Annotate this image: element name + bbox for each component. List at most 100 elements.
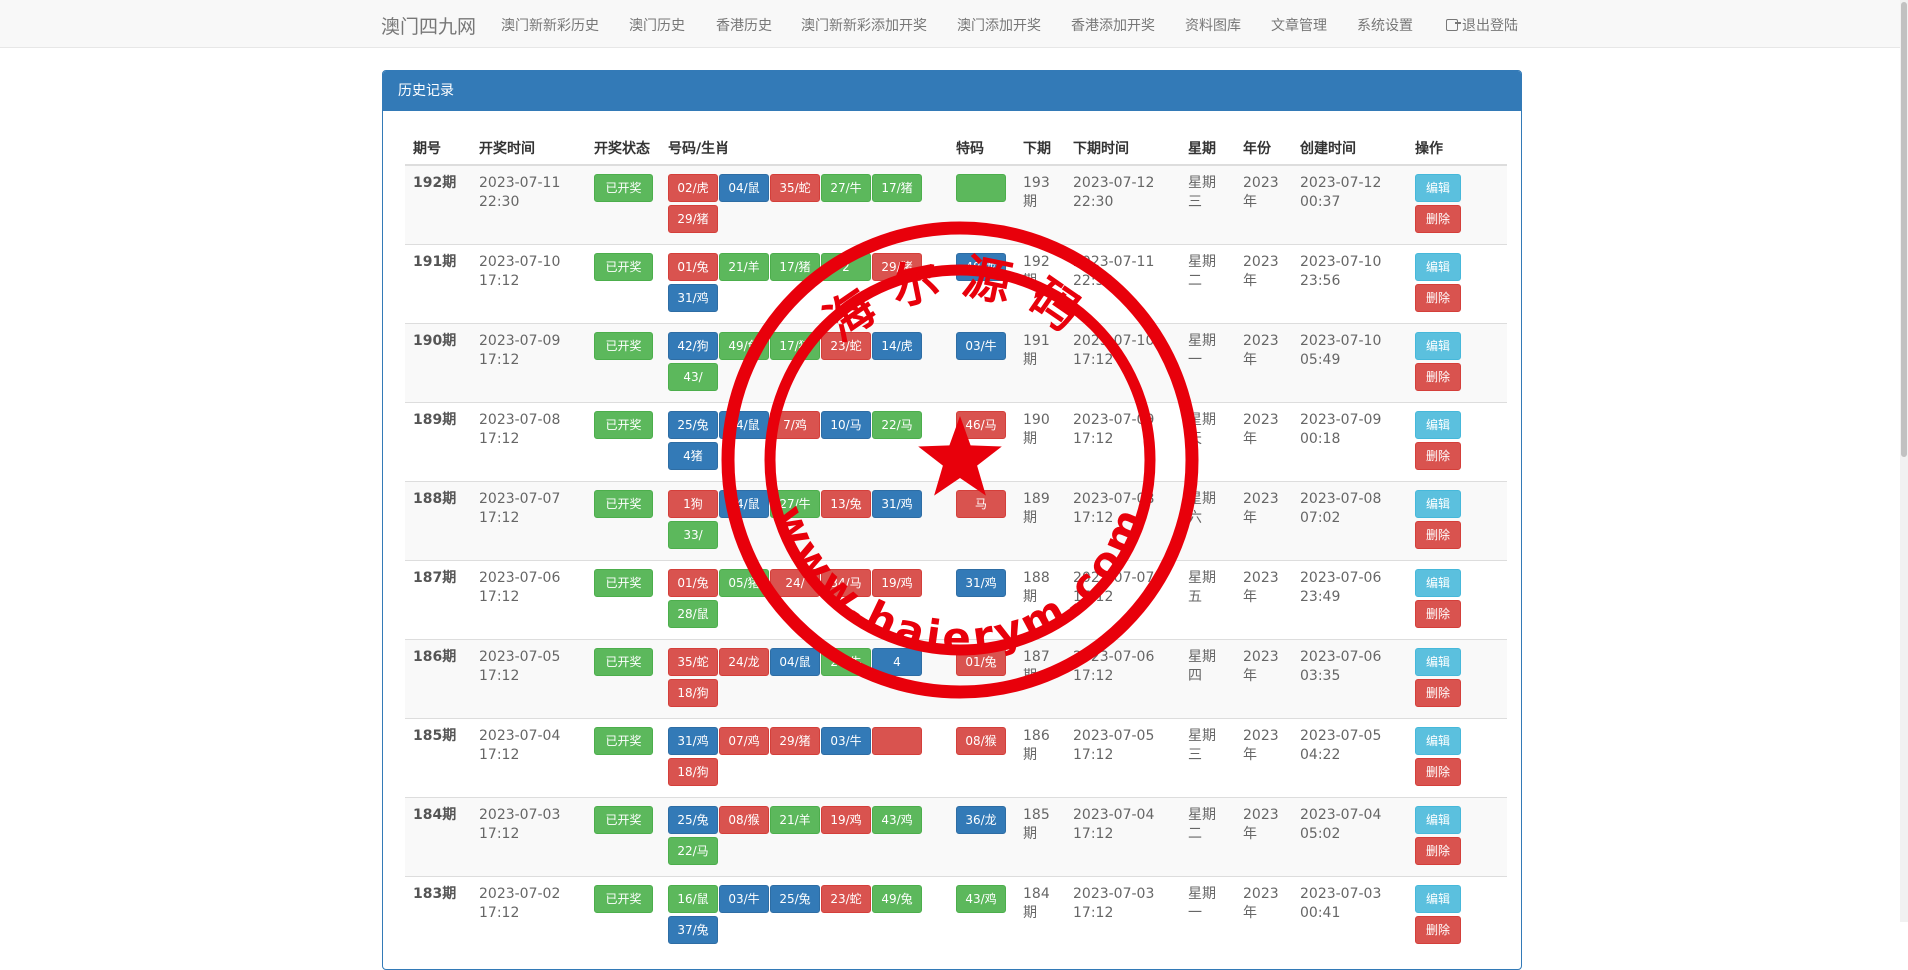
number-ball: 25/兔 bbox=[668, 806, 718, 834]
scrollbar-thumb[interactable] bbox=[1901, 2, 1907, 457]
cell-actions: 编辑 删除 bbox=[1407, 797, 1507, 877]
nav-macau-history[interactable]: 澳门历史 bbox=[629, 15, 685, 35]
cell-year: 2023年 bbox=[1235, 797, 1292, 877]
table-row: 190期 2023-07-09 17:12 已开奖 42/狗 49/兔 17/猪 23/蛇 1… bbox=[405, 323, 1507, 403]
page-scrollbar[interactable] bbox=[1900, 0, 1908, 922]
cell-numbers: 25/兔 08/猴 21/羊 19/鸡 43/鸡 22/马 bbox=[660, 797, 948, 877]
number-ball: 35/蛇 bbox=[668, 648, 718, 676]
cell-weekday: 星期二 bbox=[1180, 244, 1235, 324]
delete-button[interactable]: 删除 bbox=[1415, 600, 1461, 628]
cell-actions: 编辑 删除 bbox=[1407, 876, 1507, 955]
special-ball: 01/兔 bbox=[956, 648, 1006, 676]
number-ball: 13/兔 bbox=[821, 490, 871, 518]
cell-special: 08/猴 bbox=[948, 718, 1015, 798]
status-badge: 已开奖 bbox=[594, 806, 653, 834]
delete-button[interactable]: 删除 bbox=[1415, 363, 1461, 391]
cell-created: 2023-07-03 00:41 bbox=[1292, 876, 1407, 955]
number-ball: 27/牛 bbox=[770, 490, 820, 518]
cell-weekday: 星期二 bbox=[1180, 797, 1235, 877]
delete-button[interactable]: 删除 bbox=[1415, 837, 1461, 865]
cell-actions: 编辑 删除 bbox=[1407, 244, 1507, 324]
nav-macau-add-draw[interactable]: 澳门添加开奖 bbox=[957, 15, 1041, 35]
edit-button[interactable]: 编辑 bbox=[1415, 885, 1461, 913]
delete-button[interactable]: 删除 bbox=[1415, 442, 1461, 470]
number-ball: 24/龙 bbox=[719, 648, 769, 676]
cell-next-time: 2023-07-09 17:12 bbox=[1065, 402, 1180, 482]
cell-weekday: 星期一 bbox=[1180, 323, 1235, 403]
delete-button[interactable]: 删除 bbox=[1415, 284, 1461, 312]
cell-next: 192期 bbox=[1015, 244, 1065, 324]
cell-period: 186期 bbox=[405, 639, 471, 719]
edit-button[interactable]: 编辑 bbox=[1415, 332, 1461, 360]
number-ball: 07/鸡 bbox=[719, 727, 769, 755]
edit-button[interactable]: 编辑 bbox=[1415, 174, 1461, 202]
number-ball bbox=[872, 727, 922, 755]
edit-button[interactable]: 编辑 bbox=[1415, 806, 1461, 834]
cell-draw-time: 2023-07-03 17:12 bbox=[471, 797, 586, 877]
delete-button[interactable]: 删除 bbox=[1415, 679, 1461, 707]
table-row: 187期 2023-07-06 17:12 已开奖 01/兔 05/猪 24/34/马 19… bbox=[405, 560, 1507, 640]
cell-numbers: 01/兔 05/猪 24/34/马 19/鸡 28/鼠 bbox=[660, 560, 948, 640]
cell-next: 191期 bbox=[1015, 323, 1065, 403]
special-ball: 31/鸡 bbox=[956, 569, 1006, 597]
nav-macau-new-history[interactable]: 澳门新新彩历史 bbox=[501, 15, 599, 35]
header-created: 创建时间 bbox=[1292, 127, 1407, 166]
cell-draw-time: 2023-07-02 17:12 bbox=[471, 876, 586, 955]
nav-image-gallery[interactable]: 资料图库 bbox=[1185, 15, 1241, 35]
cell-year: 2023年 bbox=[1235, 402, 1292, 482]
logout-label: 退出登陆 bbox=[1462, 18, 1518, 34]
number-ball: 49/兔 bbox=[872, 885, 922, 913]
nav-hongkong-history[interactable]: 香港历史 bbox=[716, 15, 772, 35]
number-ball: 34/马 bbox=[821, 569, 871, 597]
delete-button[interactable]: 删除 bbox=[1415, 205, 1461, 233]
cell-numbers: 01/兔 21/羊 17/猪 2 29/猪 31/鸡 bbox=[660, 244, 948, 324]
cell-draw-time: 2023-07-11 22:30 bbox=[471, 164, 586, 245]
cell-actions: 编辑 删除 bbox=[1407, 718, 1507, 798]
cell-period: 189期 bbox=[405, 402, 471, 482]
cell-special: 46/马 bbox=[948, 402, 1015, 482]
number-ball: 2 bbox=[821, 253, 871, 281]
nav-hongkong-add-draw[interactable]: 香港添加开奖 bbox=[1071, 15, 1155, 35]
number-ball: 31/鸡 bbox=[872, 490, 922, 518]
special-ball: 48/龙 bbox=[956, 253, 1006, 281]
logout-link[interactable]: 退出登陆 bbox=[1446, 15, 1518, 35]
cell-created: 2023-07-08 07:02 bbox=[1292, 481, 1407, 561]
special-ball bbox=[956, 174, 1006, 202]
nav-system-settings[interactable]: 系统设置 bbox=[1357, 15, 1413, 35]
cell-status: 已开奖 bbox=[586, 164, 660, 245]
cell-weekday: 星期天 bbox=[1180, 402, 1235, 482]
edit-button[interactable]: 编辑 bbox=[1415, 648, 1461, 676]
delete-button[interactable]: 删除 bbox=[1415, 758, 1461, 786]
edit-button[interactable]: 编辑 bbox=[1415, 490, 1461, 518]
cell-next: 184期 bbox=[1015, 876, 1065, 955]
delete-button[interactable]: 删除 bbox=[1415, 521, 1461, 549]
cell-draw-time: 2023-07-06 17:12 bbox=[471, 560, 586, 640]
number-ball: 4 bbox=[872, 648, 922, 676]
delete-button[interactable]: 删除 bbox=[1415, 916, 1461, 944]
cell-next-time: 2023-07-04 17:12 bbox=[1065, 797, 1180, 877]
number-ball: 14/虎 bbox=[872, 332, 922, 360]
cell-special: 01/兔 bbox=[948, 639, 1015, 719]
cell-next-time: 2023-07-10 17:12 bbox=[1065, 323, 1180, 403]
cell-numbers: 35/蛇 24/龙 04/鼠 27/牛 4 18/狗 bbox=[660, 639, 948, 719]
cell-next-time: 2023-07-12 22:30 bbox=[1065, 164, 1180, 245]
number-ball: 29/猪 bbox=[770, 727, 820, 755]
cell-draw-time: 2023-07-05 17:12 bbox=[471, 639, 586, 719]
cell-created: 2023-07-10 05:49 bbox=[1292, 323, 1407, 403]
nav-macau-new-add-draw[interactable]: 澳门新新彩添加开奖 bbox=[801, 15, 927, 35]
cell-draw-time: 2023-07-10 17:12 bbox=[471, 244, 586, 324]
cell-special bbox=[948, 164, 1015, 245]
edit-button[interactable]: 编辑 bbox=[1415, 727, 1461, 755]
nav-article-management[interactable]: 文章管理 bbox=[1271, 15, 1327, 35]
cell-year: 2023年 bbox=[1235, 323, 1292, 403]
status-badge: 已开奖 bbox=[594, 569, 653, 597]
brand-logo[interactable]: 澳门四九网 bbox=[381, 12, 476, 39]
status-badge: 已开奖 bbox=[594, 411, 653, 439]
edit-button[interactable]: 编辑 bbox=[1415, 253, 1461, 281]
edit-button[interactable]: 编辑 bbox=[1415, 569, 1461, 597]
header-special: 特码 bbox=[948, 127, 1015, 166]
number-ball: 33/ bbox=[668, 521, 718, 549]
special-ball: 36/龙 bbox=[956, 806, 1006, 834]
cell-next: 193期 bbox=[1015, 164, 1065, 245]
edit-button[interactable]: 编辑 bbox=[1415, 411, 1461, 439]
